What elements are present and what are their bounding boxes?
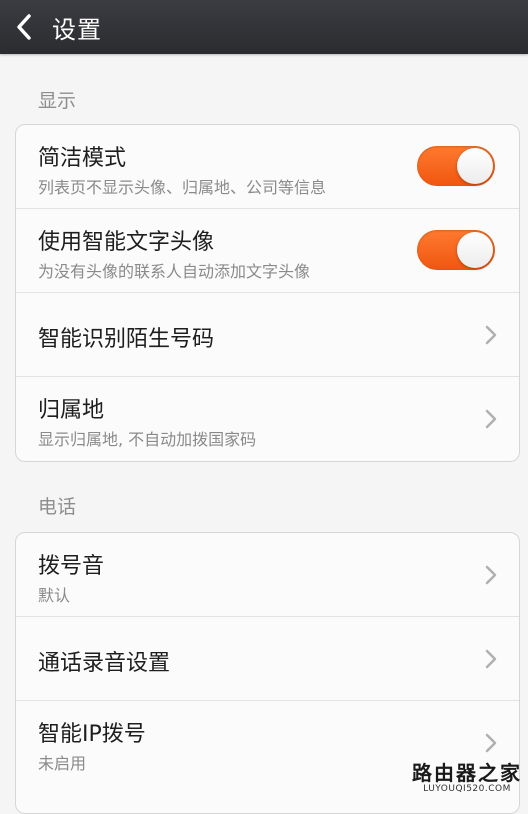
- setting-subtitle: 未启用: [38, 754, 87, 773]
- chevron-right-icon: [485, 733, 497, 753]
- setting-subtitle: 为没有头像的联系人自动添加文字头像: [38, 262, 311, 281]
- setting-title: 使用智能文字头像: [38, 230, 215, 255]
- chevron-right-icon: [485, 409, 497, 429]
- page-title: 设置: [52, 15, 102, 44]
- display-settings-card: 简洁模式 列表页不显示头像、归属地、公司等信息 使用智能文字头像 为没有头像的联…: [15, 124, 520, 462]
- toggle-knob: [457, 148, 493, 184]
- watermark-title: 路由器之家: [412, 761, 522, 785]
- toggle-knob: [457, 232, 493, 268]
- setting-row-identify-strange-numbers[interactable]: 智能识别陌生号码: [16, 293, 519, 377]
- chevron-right-icon: [485, 649, 497, 669]
- setting-title: 简洁模式: [38, 146, 127, 171]
- section-label-phone: 电话: [38, 496, 77, 518]
- watermark: 路由器之家 LUYOUQI520.COM: [412, 757, 522, 794]
- chevron-left-icon: [17, 14, 31, 40]
- setting-row-location[interactable]: 归属地 显示归属地, 不自动加拨国家码: [16, 377, 519, 461]
- setting-title: 智能识别陌生号码: [38, 327, 215, 352]
- setting-title: 智能IP拨号: [38, 722, 146, 747]
- section-label-display: 显示: [38, 90, 77, 112]
- setting-row-smart-text-avatar[interactable]: 使用智能文字头像 为没有头像的联系人自动添加文字头像: [16, 209, 519, 293]
- chevron-right-icon: [485, 565, 497, 585]
- title-bar: 设置: [0, 0, 528, 54]
- setting-subtitle: 默认: [38, 586, 71, 605]
- setting-row-call-recording[interactable]: 通话录音设置: [16, 617, 519, 701]
- smart-text-avatar-toggle[interactable]: [417, 230, 495, 270]
- setting-row-dial-tone[interactable]: 拨号音 默认: [16, 533, 519, 617]
- simple-mode-toggle[interactable]: [417, 146, 495, 186]
- setting-title: 归属地: [38, 398, 105, 423]
- setting-subtitle: 列表页不显示头像、归属地、公司等信息: [38, 178, 327, 197]
- watermark-url: LUYOUQI520.COM: [423, 784, 511, 794]
- setting-title: 通话录音设置: [38, 651, 171, 676]
- setting-subtitle: 显示归属地, 不自动加拨国家码: [38, 430, 257, 449]
- setting-row-simple-mode[interactable]: 简洁模式 列表页不显示头像、归属地、公司等信息: [16, 125, 519, 209]
- setting-title: 拨号音: [38, 554, 105, 579]
- back-button[interactable]: [0, 0, 48, 54]
- chevron-right-icon: [485, 325, 497, 345]
